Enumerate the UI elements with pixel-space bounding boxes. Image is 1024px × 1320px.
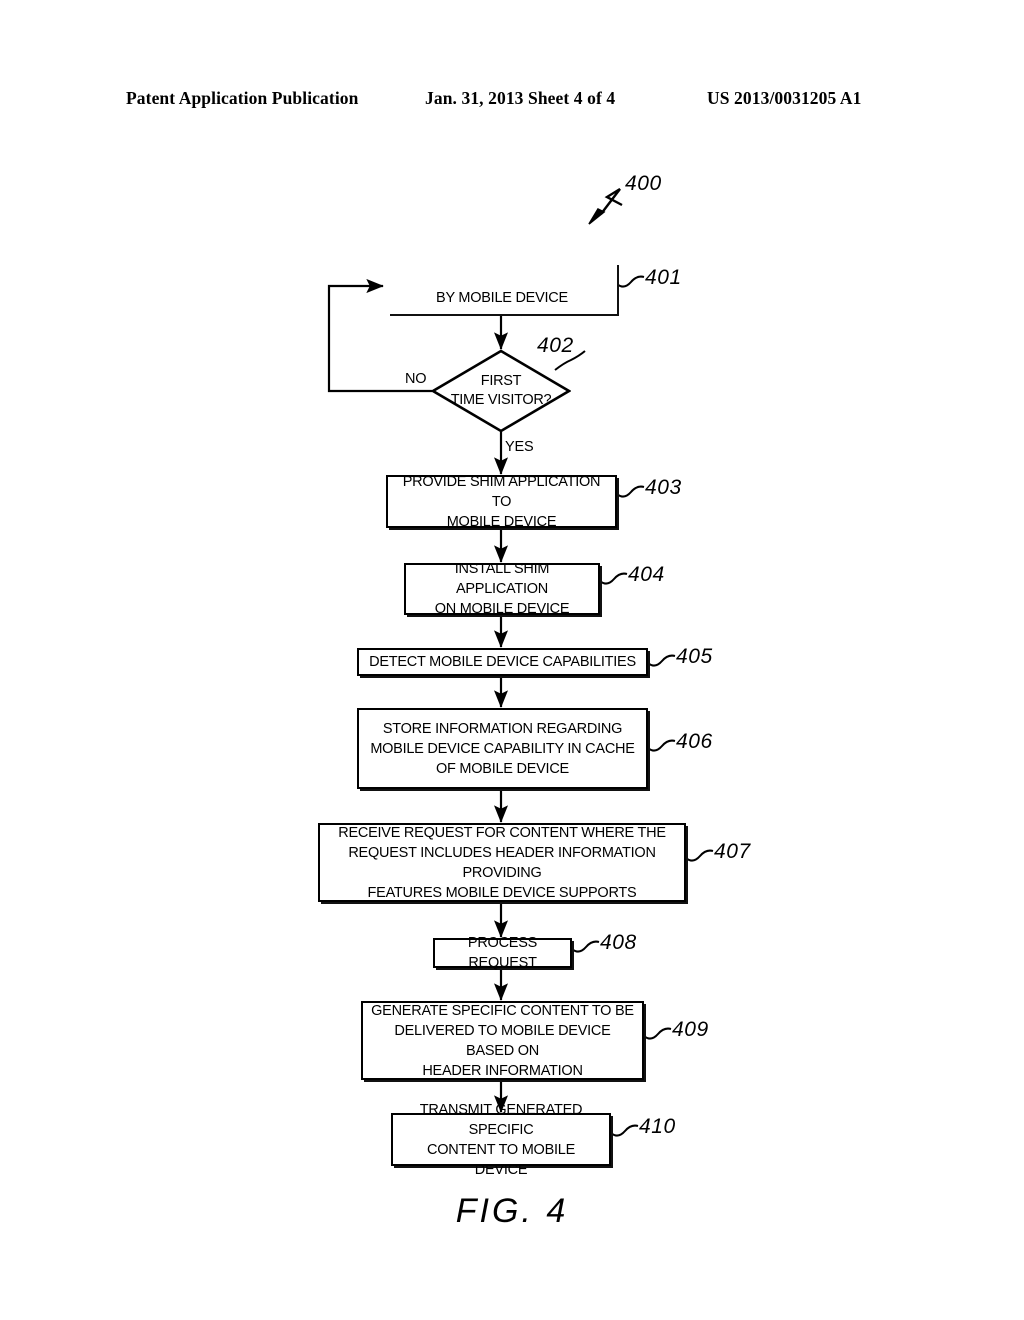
ref-numeral-403: 403 — [645, 476, 682, 499]
flow-node-408-line-1: PROCESS REQUEST — [467, 935, 538, 971]
flow-node-410[interactable]: TRANSMIT GENERATED SPECIFIC CONTENT TO M… — [391, 1102, 611, 1178]
flow-node-410-line-1: TRANSMIT GENERATED SPECIFIC — [419, 1101, 583, 1138]
ref-numeral-405: 405 — [676, 645, 713, 668]
ref-numeral-410: 410 — [639, 1115, 676, 1138]
flow-node-409-line-3: HEADER INFORMATION — [422, 1062, 583, 1079]
flow-node-406-line-2: MOBILE DEVICE CAPABILITY IN CACHE — [370, 740, 635, 757]
branch-label-yes: YES — [505, 439, 534, 455]
flow-node-406[interactable]: STORE INFORMATION REGARDING MOBILE DEVIC… — [357, 708, 648, 789]
flow-node-407[interactable]: RECEIVE REQUEST FOR CONTENT WHERE THE RE… — [318, 823, 686, 902]
ref-numeral-406: 406 — [676, 730, 713, 753]
flow-node-410-line-2: CONTENT TO MOBILE DEVICE — [426, 1141, 576, 1178]
ref-numeral-401: 401 — [645, 266, 682, 289]
flow-node-405-line-1: DETECT MOBILE DEVICE CAPABILITIES — [369, 654, 636, 670]
flow-node-404-line-1: INSTALL SHIM APPLICATION — [454, 561, 550, 597]
flow-node-407-line-2: REQUEST INCLUDES HEADER INFORMATION PROV… — [348, 844, 656, 881]
flow-node-401-line2-holder: BY MOBILE DEVICE — [387, 262, 617, 314]
flow-node-409[interactable]: GENERATE SPECIFIC CONTENT TO BE DELIVERE… — [361, 1001, 644, 1080]
flow-node-408[interactable]: PROCESS REQUEST — [433, 935, 572, 971]
figure-caption: FIG. 4 — [455, 1192, 569, 1230]
flow-node-403-line-1: PROVIDE SHIM APPLICATION TO — [402, 473, 601, 510]
flow-node-402[interactable]: FIRST TIME VISITOR? — [431, 349, 571, 433]
flow-node-406-line-3: OF MOBILE DEVICE — [436, 760, 569, 777]
ref-numeral-400: 400 — [625, 172, 662, 195]
flow-node-406-line-1: STORE INFORMATION REGARDING — [382, 720, 623, 737]
flow-node-404[interactable]: INSTALL SHIM APPLICATION ON MOBILE DEVIC… — [404, 561, 600, 617]
flow-node-407-line-3: FEATURES MOBILE DEVICE SUPPORTS — [367, 884, 637, 901]
ref-numeral-407: 407 — [714, 840, 751, 863]
flow-node-409-line-1: GENERATE SPECIFIC CONTENT TO BE — [371, 1002, 634, 1019]
flow-node-403[interactable]: PROVIDE SHIM APPLICATION TO MOBILE DEVIC… — [386, 473, 617, 530]
flow-node-401-line-2: BY MOBILE DEVICE — [436, 290, 568, 306]
flow-node-404-line-2: ON MOBILE DEVICE — [434, 601, 570, 617]
flow-node-405[interactable]: DETECT MOBILE DEVICE CAPABILITIES — [357, 648, 648, 676]
branch-label-no: NO — [405, 371, 427, 387]
flow-node-409-line-2: DELIVERED TO MOBILE DEVICE BASED ON — [394, 1022, 611, 1059]
ref-numeral-404: 404 — [628, 563, 665, 586]
flow-node-407-line-1: RECEIVE REQUEST FOR CONTENT WHERE THE — [338, 824, 666, 841]
ref-numeral-409: 409 — [672, 1018, 709, 1041]
ref-numeral-408: 408 — [600, 931, 637, 954]
ref-numeral-402: 402 — [537, 334, 574, 357]
flow-node-403-line-2: MOBILE DEVICE — [446, 513, 557, 530]
